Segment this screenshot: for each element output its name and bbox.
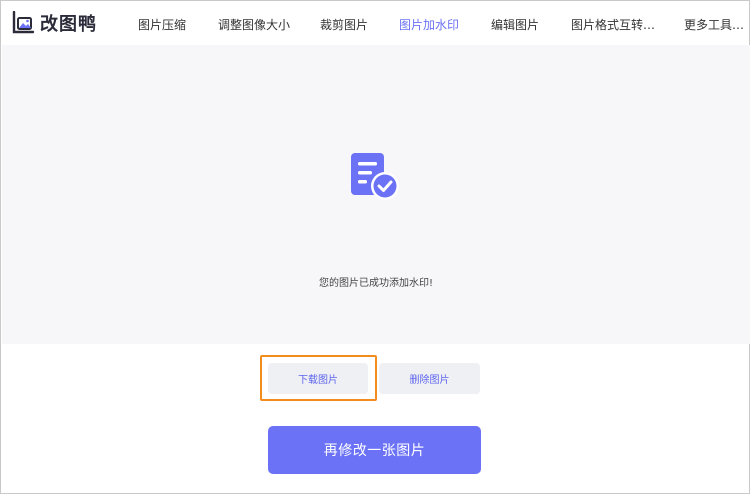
download-button[interactable]: 下载图片 <box>268 363 368 394</box>
app-window: 改图鸭 图片压缩 调整图像大小 裁剪图片 图片加水印 编辑图片 图片格式互转… … <box>0 0 750 494</box>
delete-button[interactable]: 删除图片 <box>379 363 480 394</box>
nav-item-compress[interactable]: 图片压缩 <box>138 16 186 33</box>
brand-name: 改图鸭 <box>40 14 97 35</box>
nav-item-crop[interactable]: 裁剪图片 <box>320 16 368 33</box>
logo-icon <box>12 11 35 34</box>
brand-logo[interactable]: 改图鸭 <box>11 10 97 36</box>
nav-item-edit[interactable]: 编辑图片 <box>491 16 539 33</box>
nav-item-format-convert[interactable]: 图片格式互转… <box>571 16 655 33</box>
edit-another-image-button[interactable]: 再修改一张图片 <box>268 426 481 474</box>
top-nav-bar: 改图鸭 图片压缩 调整图像大小 裁剪图片 图片加水印 编辑图片 图片格式互转… … <box>1 1 749 45</box>
success-message: 您的图片已成功添加水印! <box>318 278 433 289</box>
nav-item-resize[interactable]: 调整图像大小 <box>218 16 290 33</box>
document-check-icon <box>351 153 399 200</box>
nav-item-more-tools[interactable]: 更多工具… <box>684 16 744 33</box>
nav-item-watermark[interactable]: 图片加水印 <box>399 16 459 33</box>
result-panel: 您的图片已成功添加水印! <box>2 45 750 344</box>
